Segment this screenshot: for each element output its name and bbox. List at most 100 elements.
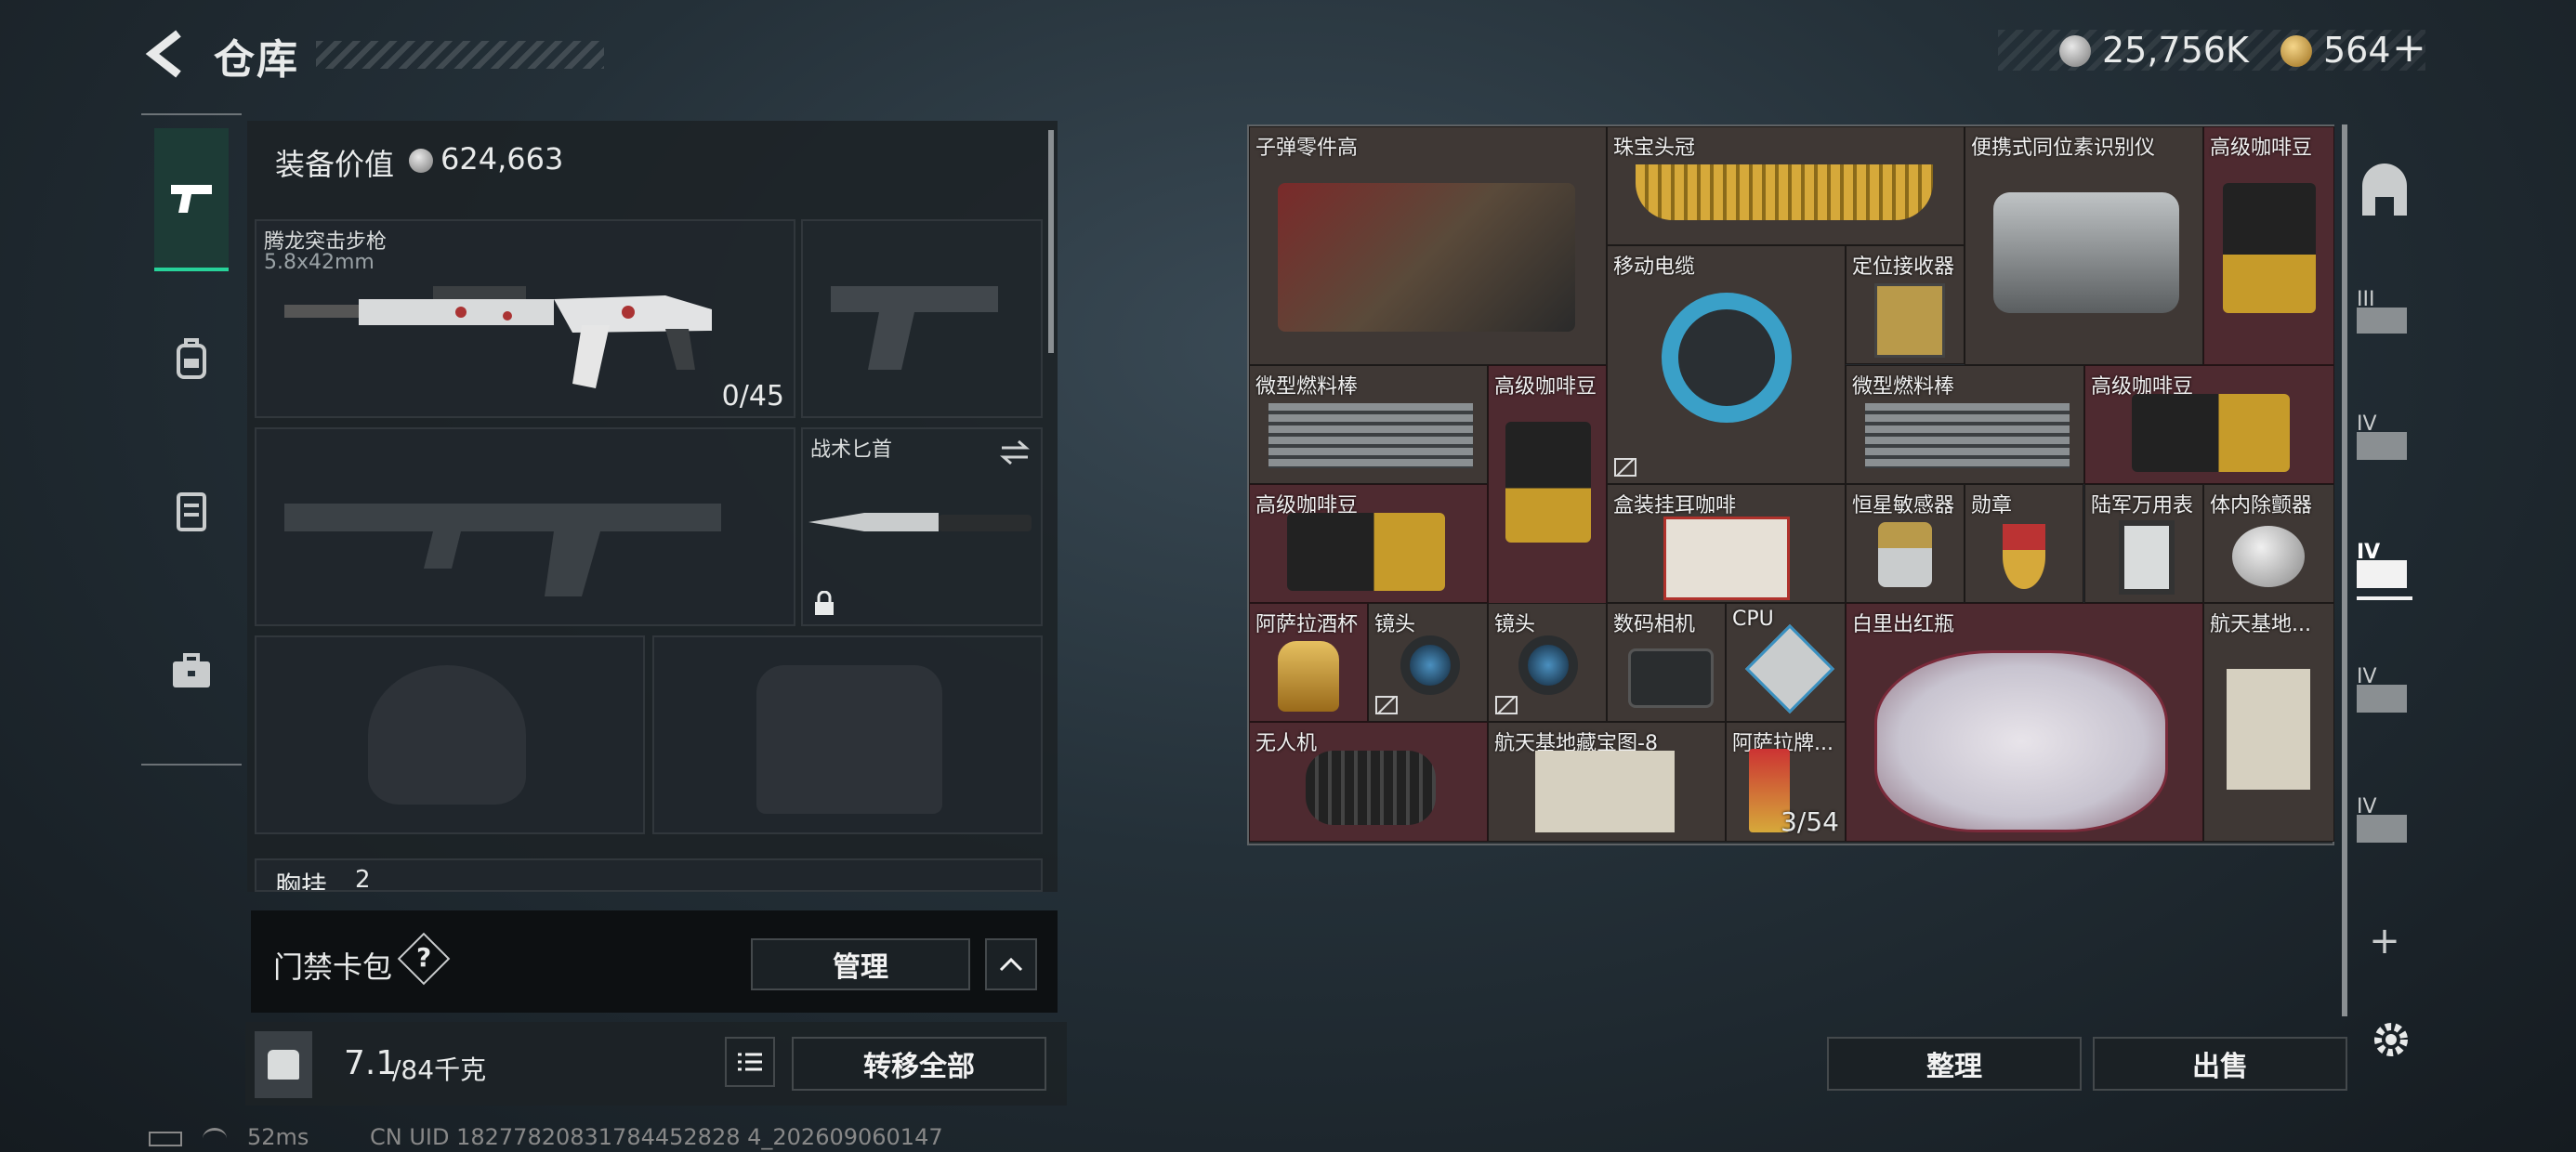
item-label: 镜头: [1374, 613, 1416, 636]
tab-stash-4c[interactable]: IV: [2357, 665, 2412, 721]
transfer-all-button[interactable]: 转移全部: [792, 1037, 1046, 1091]
wifi-icon: [203, 1128, 227, 1149]
stack-count: 3/54: [1781, 806, 1839, 837]
grid-item[interactable]: 镜头: [1488, 603, 1607, 722]
add-premium-button[interactable]: +: [2392, 24, 2426, 72]
list-view-button[interactable]: [725, 1037, 775, 1087]
grid-item[interactable]: 恒星敏感器: [1846, 484, 1965, 603]
loadout-scrollbar[interactable]: [1048, 130, 1054, 353]
keycard-manage-button[interactable]: 管理: [751, 938, 970, 990]
grid-item[interactable]: 高级咖啡豆: [2084, 365, 2334, 484]
grid-item[interactable]: 数码相机: [1607, 603, 1726, 722]
swap-icon[interactable]: [998, 439, 1032, 466]
item-label: 微型燃料棒: [1255, 375, 1359, 399]
tab-backpack[interactable]: [154, 321, 229, 396]
grid-item[interactable]: 盒装挂耳咖啡: [1607, 484, 1846, 603]
settings-button[interactable]: [2368, 1016, 2414, 1063]
ping-text: 52ms: [247, 1124, 309, 1150]
loadout-value: 624,663: [440, 141, 564, 177]
item-image-coffee-bag: [2223, 183, 2316, 313]
item-image-cpu: [1744, 623, 1835, 714]
grid-item[interactable]: 高级咖啡豆: [1249, 484, 1488, 603]
lock-icon: [815, 591, 834, 615]
item-image-multimeter: [2119, 520, 2175, 595]
primary-weapon-slot[interactable]: 腾龙突击步枪 5.8x42mm 0/45: [255, 219, 795, 418]
back-button[interactable]: [139, 26, 195, 82]
tab-stash-4b[interactable]: IV: [2357, 541, 2412, 600]
armor-slot[interactable]: [652, 635, 1043, 834]
tab-weapons[interactable]: [154, 128, 229, 271]
grid-item[interactable]: 高级咖啡豆: [1488, 365, 1607, 604]
backup-weapon-slot[interactable]: [255, 427, 795, 626]
tab-stash-4c-level: IV: [2357, 665, 2377, 688]
tab-stash-3[interactable]: III: [2357, 288, 2412, 344]
grid-item[interactable]: 阿萨拉酒杯: [1249, 603, 1368, 722]
grid-item[interactable]: 航天基地...: [2203, 603, 2334, 842]
sell-button[interactable]: 出售: [2093, 1037, 2347, 1091]
keycard-help-icon: ?: [416, 942, 432, 973]
grid-item[interactable]: 子弹零件高: [1249, 126, 1607, 365]
grid-item[interactable]: 移动电缆: [1607, 245, 1846, 484]
tab-vest[interactable]: [154, 474, 229, 548]
tab-stash-main[interactable]: [2357, 164, 2412, 219]
item-image-fuel-rods: [1865, 403, 2070, 468]
item-image-camera: [1628, 648, 1714, 708]
weight-max: /84千克: [392, 1054, 487, 1085]
item-label: 阿萨拉酒杯: [1255, 613, 1359, 636]
tab-stash-4a[interactable]: IV: [2357, 412, 2412, 468]
silver-coin-icon: [409, 149, 433, 173]
grid-item[interactable]: 定位接收器: [1846, 245, 1965, 364]
secondary-weapon-slot[interactable]: [801, 219, 1043, 418]
item-label: 白里出红瓶: [1852, 613, 1955, 636]
safe-icon: [2357, 685, 2407, 713]
no-sell-icon: [1614, 458, 1636, 477]
no-sell-icon: [1495, 696, 1518, 714]
loadout-tab-column: [141, 113, 242, 766]
grid-item[interactable]: 微型燃料棒: [1249, 365, 1488, 484]
grid-item[interactable]: CPU: [1726, 603, 1846, 722]
item-image-medal: [2003, 524, 2045, 589]
item-image-goblet: [1278, 641, 1339, 712]
item-image-drone: [1306, 751, 1436, 825]
back-arrow-icon: [145, 30, 181, 78]
tab-stash-4d-level: IV: [2357, 795, 2377, 818]
page-title: 仓库: [214, 36, 299, 84]
add-stash-tab-button[interactable]: +: [2357, 920, 2412, 975]
armor-silhouette: [756, 665, 942, 814]
grid-item[interactable]: 勋章: [1965, 484, 2083, 603]
grid-item[interactable]: 便携式同位素识别仪: [1965, 126, 2203, 365]
grid-item[interactable]: 珠宝头冠: [1607, 126, 1965, 245]
stash-grid: 子弹零件高 珠宝头冠 便携式同位素识别仪 高级咖啡豆 移动电缆 定位接收器 微型…: [1247, 124, 2334, 845]
grid-item[interactable]: 体内除颤器: [2203, 484, 2334, 603]
tab-stash-4d[interactable]: IV: [2357, 795, 2412, 851]
helmet-slot[interactable]: [255, 635, 645, 834]
item-image-lens: [1518, 635, 1578, 695]
medical-case-icon: [2357, 815, 2407, 843]
vest-icon: [177, 492, 206, 531]
item-label: 恒星敏感器: [1852, 494, 1955, 517]
keycard-collapse-button[interactable]: [985, 938, 1037, 990]
grid-item[interactable]: 阿萨拉牌... 3/54: [1726, 722, 1846, 842]
grid-item[interactable]: 镜头: [1368, 603, 1488, 722]
chest-rig-slot[interactable]: 胸挂 2: [255, 858, 1043, 892]
currency-premium: 564: [2323, 30, 2391, 71]
sort-button[interactable]: 整理: [1827, 1037, 2082, 1091]
item-label: 珠宝头冠: [1613, 137, 1696, 160]
item-label: 移动电缆: [1613, 255, 1696, 279]
item-label: 盒装挂耳咖啡: [1613, 494, 1737, 517]
item-image-coffee-bag: [1505, 422, 1591, 543]
item-label: 高级咖啡豆: [2210, 137, 2313, 160]
kg-icon: [268, 1050, 299, 1080]
grid-item[interactable]: 白里出红瓶: [1846, 603, 2203, 842]
item-label: 航天基地...: [2210, 613, 2311, 636]
item-image-defibrillator: [2232, 526, 2305, 587]
tab-case[interactable]: [154, 634, 229, 708]
grid-item[interactable]: 陆军万用表: [2084, 484, 2203, 603]
melee-slot[interactable]: 战术匕首: [801, 427, 1043, 626]
grid-item[interactable]: 微型燃料棒: [1846, 365, 2084, 484]
item-label: 陆军万用表: [2091, 494, 2194, 517]
grid-item[interactable]: 高级咖啡豆: [2203, 126, 2334, 365]
grid-item[interactable]: 无人机: [1249, 722, 1488, 842]
grid-item[interactable]: 航天基地藏宝图-8: [1488, 722, 1726, 842]
item-image-receiver: [1874, 283, 1945, 358]
